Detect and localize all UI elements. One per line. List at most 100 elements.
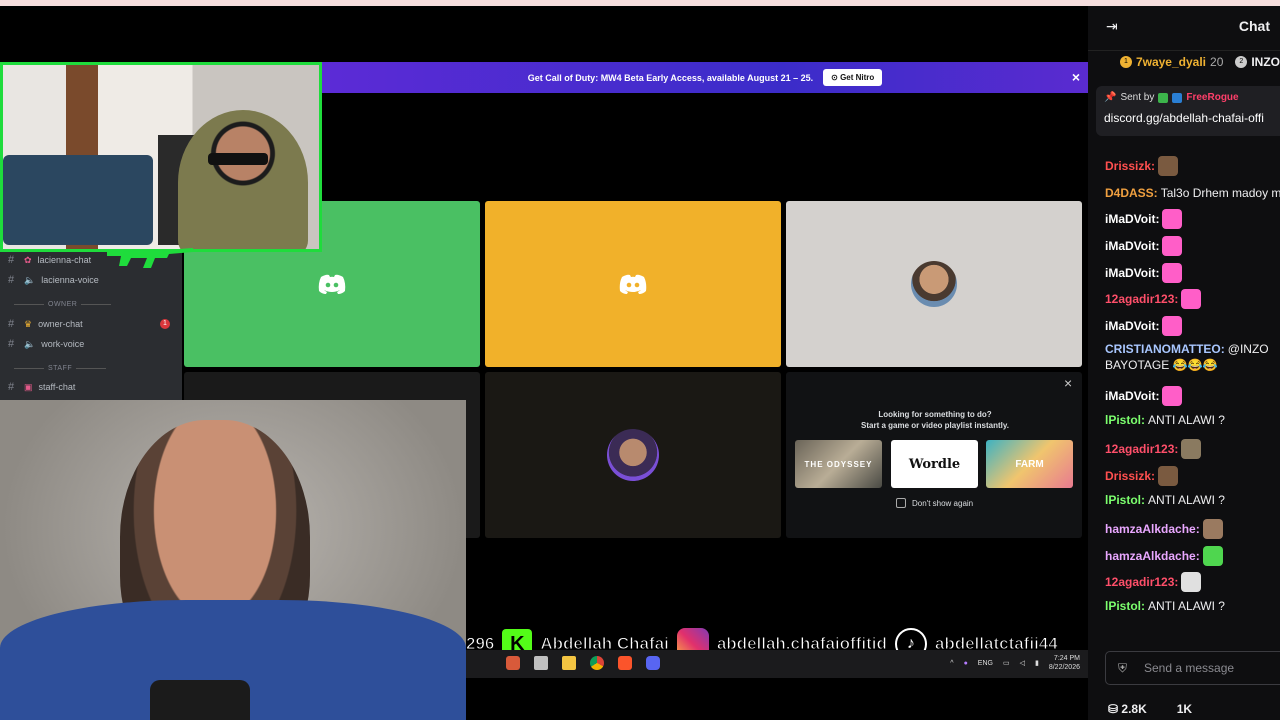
brave-icon[interactable] (618, 656, 632, 670)
chat-input[interactable]: ⛨ Send a message (1105, 651, 1280, 685)
chat-username[interactable]: lPistol: (1105, 599, 1145, 613)
chat-message[interactable]: lPistol: ANTI ALAWI ? (1105, 493, 1280, 507)
shield-icon: ⛨ (1118, 661, 1128, 675)
activity-close-icon[interactable]: × (1064, 375, 1072, 391)
chat-message[interactable]: iMaDVoit: (1105, 209, 1280, 229)
chrome-icon[interactable] (590, 656, 604, 670)
category-owner[interactable]: OWNER (14, 301, 111, 308)
network-icon[interactable]: ▭ (1003, 659, 1010, 667)
chat-title: Chat (1238, 18, 1270, 34)
chat-username[interactable]: lPistol: (1105, 413, 1145, 427)
chat-username[interactable]: iMaDVoit: (1105, 319, 1159, 333)
chat-message[interactable]: Drissizk: (1105, 466, 1280, 486)
emote-icon (1162, 386, 1183, 406)
chat-message[interactable]: CRISTIANOMATTEO: @INZO (1105, 342, 1280, 356)
game-farm[interactable]: FARM (986, 440, 1073, 488)
discord-icon (619, 274, 647, 294)
chat-username[interactable]: iMaDVoit: (1105, 266, 1159, 280)
chat-username[interactable]: 12agadir123: (1105, 575, 1178, 589)
hash-icon: # (8, 254, 15, 266)
speaker-icon: 🔈 (24, 274, 36, 285)
gun-graphic (105, 240, 195, 270)
chat-panel: ⇥ Chat 1 7waye_dyali 20 2 INZO 📌 Sent by… (1088, 6, 1280, 720)
chat-message[interactable]: 12agadir123: (1105, 572, 1280, 592)
chat-username[interactable]: 12agadir123: (1105, 442, 1178, 456)
chat-username[interactable]: lPistol: (1105, 493, 1145, 507)
emote-icon (1162, 316, 1183, 336)
gifter-count: 20 (1210, 54, 1224, 69)
channel-lacienna-voice[interactable]: # 🔈 lacienna-voice (8, 274, 99, 286)
chat-username[interactable]: Drissizk: (1105, 469, 1155, 483)
video-tile-yellow[interactable] (485, 201, 781, 367)
volume-icon[interactable]: ◁ (1020, 659, 1025, 667)
dont-show-again[interactable]: Don't show again (896, 498, 973, 508)
webcam-overlay-top (0, 62, 322, 252)
collapse-icon[interactable]: ⇥ (1106, 18, 1118, 35)
hash-icon: # (8, 274, 15, 286)
chat-username[interactable]: D4DASS: (1105, 186, 1158, 200)
chat-message[interactable]: lPistol: ANTI ALAWI ? (1105, 599, 1280, 613)
category-staff[interactable]: STAFF (14, 365, 106, 372)
game-wordle[interactable]: Wordle (891, 440, 978, 488)
chat-username[interactable]: 12agadir123: (1105, 292, 1178, 306)
pinned-link[interactable]: discord.gg/abdellah-chafai-offi (1104, 111, 1280, 125)
chat-username[interactable]: hamzaAlkdache: (1105, 549, 1200, 563)
chat-message[interactable]: hamzaAlkdache: (1105, 546, 1280, 566)
channel-owner-chat[interactable]: # ♛ owner-chat (8, 318, 83, 330)
chat-header: ⇥ Chat (1088, 6, 1280, 46)
chat-message[interactable]: BAYOTAGE 😂😂😂 (1105, 358, 1280, 372)
chat-text: Tal3o Drhem madoy m (1160, 186, 1280, 200)
folder-icon[interactable] (562, 656, 576, 670)
chat-message[interactable]: Drissizk: (1105, 156, 1280, 176)
close-icon[interactable]: × (1072, 69, 1080, 85)
chat-username[interactable]: CRISTIANOMATTEO: (1105, 342, 1225, 356)
battery-icon[interactable]: ▮ (1035, 659, 1039, 667)
chat-message[interactable]: D4DASS: Tal3o Drhem madoy m (1105, 183, 1280, 203)
gifter-leaderboard: 1 7waye_dyali 20 2 INZO (1088, 50, 1280, 72)
activity-title: Looking for something to do? Start a gam… (861, 410, 1009, 430)
language-indicator[interactable]: ENG (978, 660, 993, 667)
chat-text: ANTI ALAWI ? (1148, 493, 1225, 507)
discord-icon[interactable] (646, 656, 660, 670)
chat-footer: ⛁ 2.8K 1K (1108, 702, 1278, 716)
banner-text: Get Call of Duty: MW4 Beta Early Access,… (527, 72, 814, 83)
mic-icon[interactable]: ● (964, 660, 968, 667)
taskbar-app-icon[interactable] (534, 656, 548, 670)
chat-message[interactable]: iMaDVoit: (1105, 386, 1280, 406)
taskbar-app-icon[interactable] (506, 656, 520, 670)
checkbox[interactable] (896, 498, 906, 508)
channel-lacienna-chat[interactable]: # ✿ lacienna-chat (8, 254, 91, 266)
pinned-message[interactable]: 📌 Sent by FreeRogue discord.gg/abdellah-… (1096, 86, 1280, 136)
video-tile-avatar[interactable] (786, 201, 1082, 367)
emote-icon (1162, 263, 1183, 283)
chat-username[interactable]: hamzaAlkdache: (1105, 522, 1200, 536)
webcam-overlay-bottom (0, 400, 466, 720)
chat-message[interactable]: iMaDVoit: (1105, 236, 1280, 256)
chat-message[interactable]: hamzaAlkdache: (1105, 519, 1280, 539)
gifter-name[interactable]: INZO (1251, 55, 1280, 69)
channel-work-voice[interactable]: # 🔈 work-voice (8, 338, 84, 350)
channel-staff-chat[interactable]: # ▣ staff-chat (8, 381, 75, 393)
hash-icon: # (8, 338, 15, 350)
chat-message[interactable]: iMaDVoit: (1105, 316, 1280, 336)
chat-message[interactable]: lPistol: ANTI ALAWI ? (1105, 413, 1280, 427)
chevron-up-icon[interactable]: ^ (950, 660, 953, 667)
discord-icon (318, 274, 346, 294)
chat-message[interactable]: iMaDVoit: (1105, 263, 1280, 283)
chat-username[interactable]: iMaDVoit: (1105, 389, 1159, 403)
gifter-name[interactable]: 7waye_dyali (1136, 55, 1206, 69)
chat-username[interactable]: iMaDVoit: (1105, 212, 1159, 226)
chat-username[interactable]: Drissizk: (1105, 159, 1155, 173)
nitro-banner: Get Call of Duty: MW4 Beta Early Access,… (322, 62, 1088, 93)
get-nitro-button[interactable]: ⊙ Get Nitro (823, 69, 883, 86)
clock[interactable]: 7:24 PM 8/22/2026 (1049, 654, 1080, 672)
rank-badge: 1 (1120, 55, 1132, 68)
game-odyssey[interactable]: THE ODYSSEY (795, 440, 882, 488)
channel-points[interactable]: ⛁ 2.8K (1108, 702, 1147, 716)
chat-username[interactable]: iMaDVoit: (1105, 239, 1159, 253)
chat-message[interactable]: 12agadir123: (1105, 289, 1280, 309)
chat-message[interactable]: 12agadir123: (1105, 439, 1280, 459)
emote-icon (1181, 572, 1202, 592)
speaker-icon: 🔈 (24, 338, 36, 349)
video-tile-dark-avatar[interactable] (485, 372, 781, 538)
